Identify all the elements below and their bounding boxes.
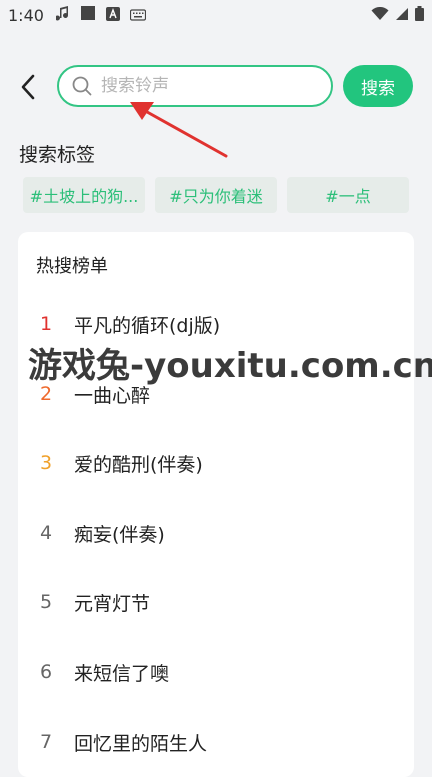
rank-number: 6 xyxy=(39,661,53,683)
search-tags-title: 搜索标签 xyxy=(19,144,96,166)
hot-search-item[interactable]: 6 来短信了噢 xyxy=(18,652,414,692)
song-title: 平凡的循环(dj版) xyxy=(74,314,221,337)
search-button[interactable]: 搜索 xyxy=(343,65,413,107)
status-right-icons xyxy=(371,0,424,30)
hot-search-item[interactable]: 3 爱的酷刑(伴奏) xyxy=(18,443,414,483)
search-tags-row: #土坡上的狗... #只为你着迷 #一点 xyxy=(23,177,413,213)
search-tag[interactable]: #一点 xyxy=(287,177,409,213)
song-title: 元宵灯节 xyxy=(74,592,151,615)
status-left-icons xyxy=(54,5,147,25)
square-icon xyxy=(80,5,96,25)
signal-icon xyxy=(395,6,409,25)
hot-search-item[interactable]: 7 回忆里的陌生人 xyxy=(18,722,414,762)
search-tag[interactable]: #只为你着迷 xyxy=(155,177,277,213)
hot-search-item[interactable]: 5 元宵灯节 xyxy=(18,582,414,622)
back-button[interactable] xyxy=(12,70,44,104)
song-title: 爱的酷刑(伴奏) xyxy=(74,453,203,476)
watermark: 游戏兔-youxitu.com.cn xyxy=(28,346,432,386)
wifi-icon xyxy=(371,6,389,25)
hot-search-title: 热搜榜单 xyxy=(36,256,108,277)
keyboard-icon xyxy=(129,6,147,25)
search-tag[interactable]: #土坡上的狗... xyxy=(23,177,145,213)
rank-number: 5 xyxy=(39,591,53,613)
song-title: 来短信了噢 xyxy=(74,662,170,685)
search-input[interactable] xyxy=(99,75,303,97)
rank-number: 3 xyxy=(39,452,53,474)
song-title: 痴妄(伴奏) xyxy=(74,523,165,546)
song-title: 回忆里的陌生人 xyxy=(74,732,208,755)
rank-number: 7 xyxy=(39,731,53,753)
hot-search-item[interactable]: 4 痴妄(伴奏) xyxy=(18,513,414,553)
back-arrow-icon xyxy=(21,74,35,100)
annotation-arrow xyxy=(130,102,228,158)
rank-number: 4 xyxy=(39,522,53,544)
music-note-icon xyxy=(54,5,70,25)
rank-number: 1 xyxy=(39,313,53,335)
search-icon xyxy=(72,76,92,96)
hot-search-card: 热搜榜单 1 平凡的循环(dj版) 2 一曲心醉 3 爱的酷刑(伴奏) 4 痴妄… xyxy=(18,232,414,777)
battery-icon xyxy=(415,5,424,25)
status-time: 1:40 xyxy=(8,5,44,25)
text-a-icon xyxy=(105,6,120,25)
status-bar: 1:40 xyxy=(0,0,432,30)
